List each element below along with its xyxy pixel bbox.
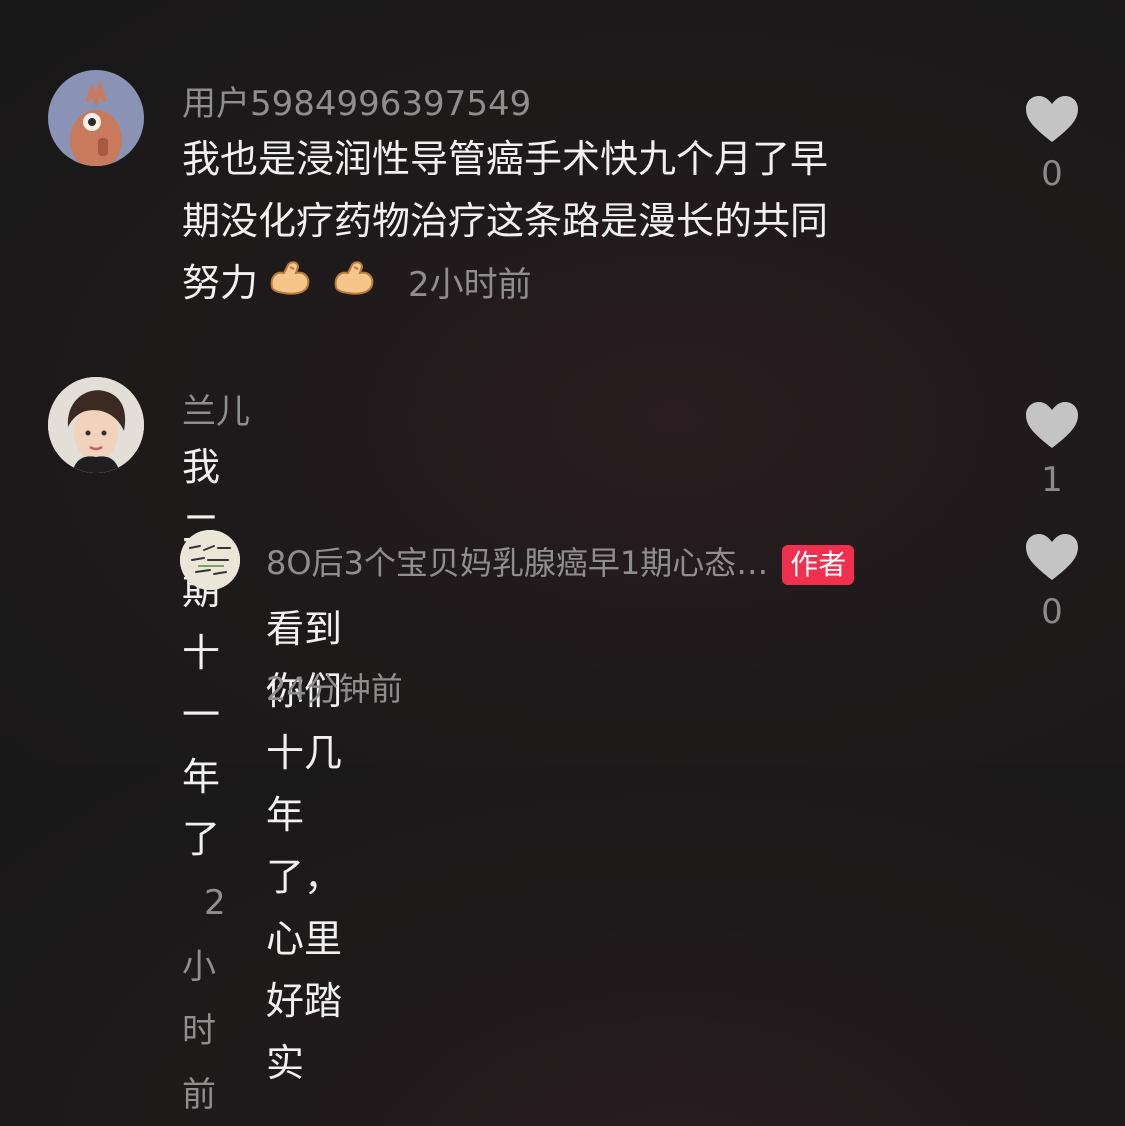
like-button[interactable]: 1	[1022, 400, 1082, 500]
avatar[interactable]	[48, 70, 144, 166]
flexed-biceps-icon	[330, 255, 378, 317]
like-count: 0	[1041, 154, 1063, 194]
like-button[interactable]: 0	[1022, 532, 1082, 632]
comment-text: 我也是浸润性导管癌手术快九个月了早 期没化疗药物治疗这条路是漫长的共同 努力 2…	[182, 128, 982, 317]
handwriting-avatar-icon	[180, 530, 240, 590]
avatar[interactable]	[48, 377, 144, 473]
heart-icon	[1026, 96, 1078, 142]
comment-text-line: 我也是浸润性导管癌手术快九个月了早	[182, 137, 829, 181]
comment-text-line: 期没化疗药物治疗这条路是漫长的共同	[182, 199, 829, 243]
like-count: 1	[1041, 460, 1063, 500]
heart-icon	[1026, 534, 1078, 580]
portrait-avatar-icon	[48, 377, 144, 473]
comment-username[interactable]: 兰儿	[182, 384, 250, 433]
comment-username[interactable]: 用户5984996397549	[182, 76, 531, 125]
comment-time: 2小时前	[182, 883, 226, 1115]
cartoon-avatar-icon	[70, 80, 122, 166]
like-button[interactable]: 0	[1022, 94, 1082, 194]
comment-time: 2小时前	[408, 265, 532, 305]
author-badge: 作者	[782, 545, 855, 585]
comment-text-line: 努力 2小时前	[182, 252, 982, 317]
reply-header: 8O后3个宝贝妈乳腺癌早1期心态… 作者	[266, 538, 855, 585]
heart-icon	[1026, 402, 1078, 448]
like-count: 0	[1041, 592, 1063, 632]
reply-time: 24分钟前	[266, 670, 403, 708]
comment-text-fragment: 我二期十一年了	[182, 445, 221, 861]
comment-text-fragment: 努力	[182, 261, 259, 305]
flexed-biceps-icon	[266, 255, 314, 317]
reply-username[interactable]: 8O后3个宝贝妈乳腺癌早1期心态…	[266, 544, 768, 582]
avatar[interactable]	[180, 530, 240, 590]
